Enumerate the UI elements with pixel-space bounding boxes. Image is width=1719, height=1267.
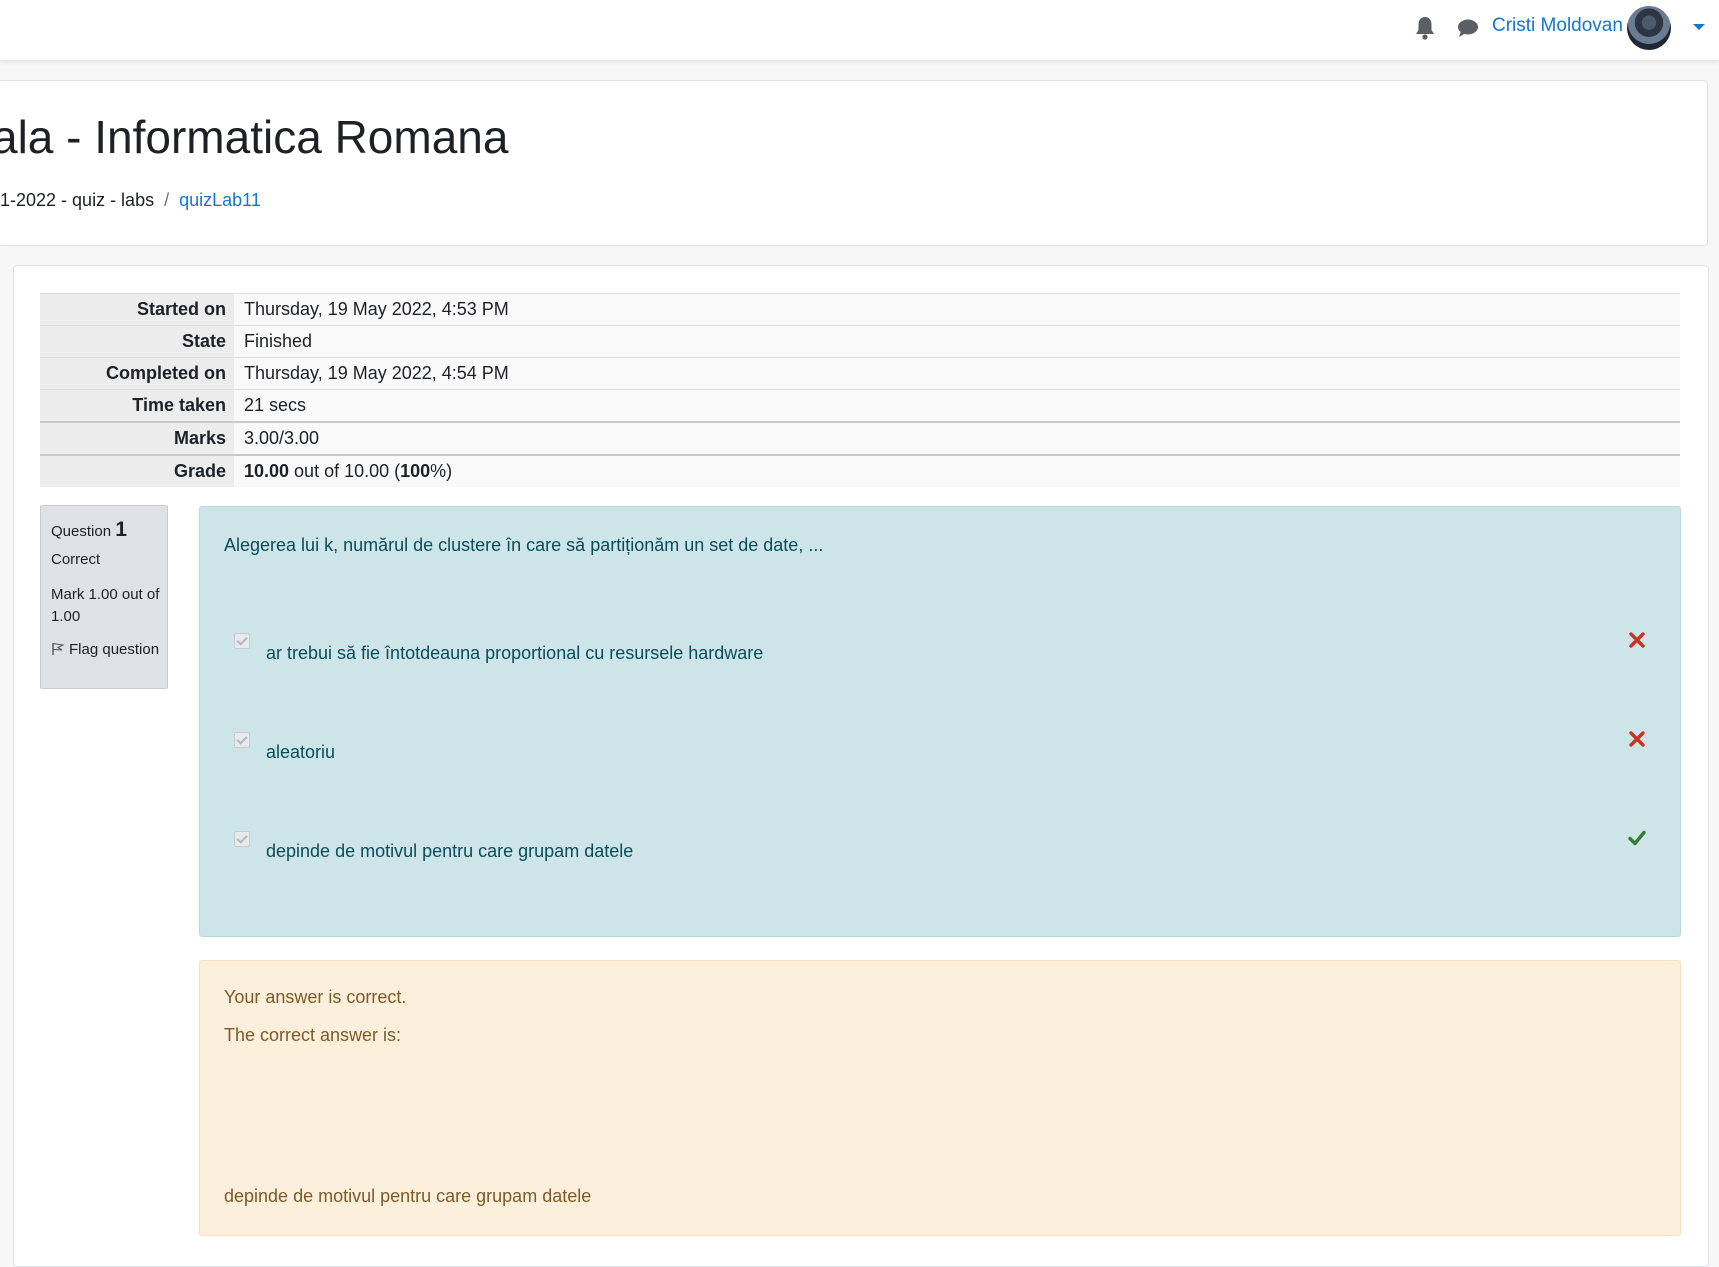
chat-bubble-icon[interactable]: [1456, 16, 1480, 40]
flag-question-button[interactable]: Flag question: [51, 639, 163, 661]
summary-row-completed: Completed on Thursday, 19 May 2022, 4:54…: [40, 357, 1680, 390]
state-label: State: [40, 325, 234, 358]
marks-label: Marks: [40, 421, 234, 455]
started-on-value: Thursday, 19 May 2022, 4:53 PM: [234, 293, 1680, 326]
cross-icon: [1629, 731, 1645, 747]
page-title: ala - Informatica Romana: [0, 111, 509, 163]
correct-answer-text: depinde de motivul pentru care grupam da…: [224, 1186, 592, 1206]
summary-row-started: Started on Thursday, 19 May 2022, 4:53 P…: [40, 293, 1680, 326]
question-text: Alegerea lui k, numărul de clustere în c…: [224, 535, 824, 555]
question-info-panel: Question 1 Correct Mark 1.00 out of 1.00…: [40, 505, 168, 689]
question-outcome: Your answer is correct. The correct answ…: [199, 960, 1681, 1236]
time-taken-label: Time taken: [40, 389, 234, 422]
grade-value: 10.00 out of 10.00 (100%): [234, 454, 1680, 487]
question-grade: Mark 1.00 out of 1.00: [51, 586, 160, 625]
summary-row-marks: Marks 3.00/3.00: [40, 421, 1680, 455]
top-navbar: Cristi Moldovan: [0, 0, 1719, 61]
bell-icon[interactable]: [1414, 15, 1436, 41]
started-on-label: Started on: [40, 293, 234, 326]
answer-option: ar trebui să fie întotdeauna proportiona…: [224, 627, 1664, 667]
breadcrumb-item-current[interactable]: quizLab11: [179, 190, 261, 210]
summary-row-grade: Grade 10.00 out of 10.00 (100%): [40, 454, 1680, 487]
time-taken-value: 21 secs: [234, 389, 1680, 422]
breadcrumb-item-parent[interactable]: 1-2022 - quiz - labs: [0, 190, 154, 210]
question-number: Question 1: [51, 518, 127, 542]
check-icon: [1628, 830, 1646, 846]
answer-label: ar trebui să fie întotdeauna proportiona…: [266, 643, 764, 663]
attempt-summary-table: Started on Thursday, 19 May 2022, 4:53 P…: [40, 293, 1680, 487]
grade-total: out of 10.00 (: [289, 461, 401, 481]
answer-option: depinde de motivul pentru care grupam da…: [224, 825, 1664, 865]
breadcrumb-separator: /: [164, 190, 170, 210]
correct-answer-label: The correct answer is:: [224, 1025, 402, 1045]
avatar[interactable]: [1627, 6, 1671, 50]
state-value: Finished: [234, 325, 1680, 358]
answer-checkbox[interactable]: [234, 633, 250, 649]
question-formulation: Alegerea lui k, numărul de clustere în c…: [199, 506, 1681, 937]
summary-row-state: State Finished: [40, 325, 1680, 358]
answer-checkbox[interactable]: [234, 831, 250, 847]
flag-icon: [52, 642, 65, 655]
grade-end: %): [430, 461, 453, 481]
answer-label: depinde de motivul pentru care grupam da…: [266, 841, 634, 861]
answer-option: aleatoriu: [224, 726, 1664, 766]
feedback-text: Your answer is correct.: [224, 987, 407, 1007]
grade-score: 10.00: [244, 461, 290, 481]
question-number-value: 1: [115, 518, 127, 541]
flag-question-label: Flag question: [69, 641, 160, 658]
caret-down-icon[interactable]: [1692, 22, 1706, 32]
answer-label: aleatoriu: [266, 742, 336, 762]
marks-value: 3.00/3.00: [234, 421, 1680, 455]
cross-icon: [1629, 632, 1645, 648]
question-state: Correct: [51, 551, 101, 568]
user-menu-name[interactable]: Cristi Moldovan: [1492, 15, 1623, 37]
answer-checkbox[interactable]: [234, 732, 250, 748]
grade-percent: 100: [400, 461, 431, 481]
question-label: Question: [51, 523, 112, 540]
completed-on-value: Thursday, 19 May 2022, 4:54 PM: [234, 357, 1680, 390]
grade-label: Grade: [40, 454, 234, 487]
summary-row-time: Time taken 21 secs: [40, 389, 1680, 422]
completed-on-label: Completed on: [40, 357, 234, 390]
breadcrumb: 1-2022 - quiz - labs / quizLab11: [0, 190, 261, 211]
